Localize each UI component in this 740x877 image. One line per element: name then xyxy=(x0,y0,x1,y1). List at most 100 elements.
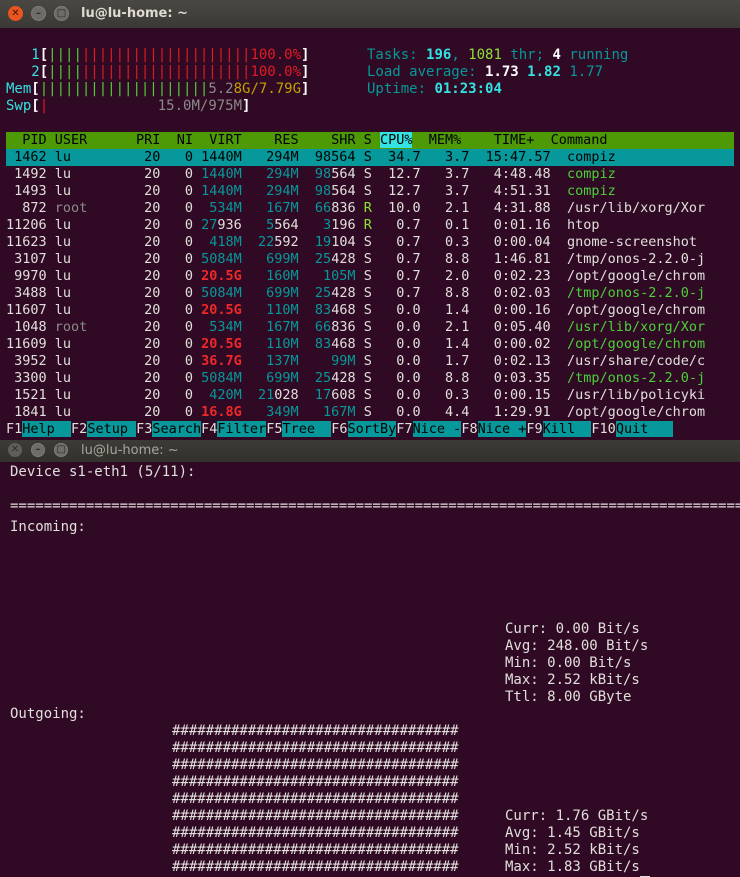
process-row[interactable]: 1462 lu 20 0 1440M 294M 98564 S 34.7 3.7… xyxy=(6,149,734,166)
process-cpu[interactable]: 0.7 xyxy=(372,251,420,267)
process-user[interactable]: lu xyxy=(47,149,120,165)
process-row[interactable]: 3952 lu 20 0 36.7G 137M 99M S 0.0 1.7 0:… xyxy=(6,353,734,370)
process-cpu[interactable]: 0.0 xyxy=(372,387,420,403)
process-time[interactable]: 0:05.40 xyxy=(469,319,551,335)
fkey-label[interactable]: Nice - xyxy=(412,421,462,437)
process-state[interactable]: S xyxy=(356,285,372,301)
process-command[interactable]: htop xyxy=(551,217,600,233)
process-pri[interactable]: 20 xyxy=(120,234,160,250)
nload-terminal-window[interactable]: ✕ – □ lu@lu-home: ~ Device s1-eth1 (5/11… xyxy=(0,440,740,877)
fkey-label[interactable]: Filter xyxy=(217,421,267,437)
close-icon[interactable]: ✕ xyxy=(8,443,22,457)
process-state[interactable]: S xyxy=(356,387,372,403)
fkey-label[interactable]: SortBy xyxy=(347,421,397,437)
process-ni[interactable]: 0 xyxy=(160,404,193,420)
process-user[interactable]: root xyxy=(47,200,120,216)
process-pri[interactable]: 20 xyxy=(120,217,160,233)
process-pri[interactable]: 20 xyxy=(120,268,160,284)
process-time[interactable]: 0:00.02 xyxy=(469,336,551,352)
process-mem[interactable]: 4.4 xyxy=(421,404,469,420)
process-mem[interactable]: 1.7 xyxy=(421,353,469,369)
process-cpu[interactable]: 12.7 xyxy=(372,183,421,199)
process-user[interactable]: lu xyxy=(47,234,120,250)
process-time[interactable]: 15:47.57 xyxy=(469,149,551,165)
process-ni[interactable]: 0 xyxy=(160,319,193,335)
process-row[interactable]: 1521 lu 20 0 420M 21028 17608 S 0.0 0.3 … xyxy=(6,387,734,404)
htop-titlebar[interactable]: ✕ – □ lu@lu-home: ~ xyxy=(0,0,740,28)
process-command[interactable]: /tmp/onos-2.2.0-j xyxy=(551,251,705,267)
process-user[interactable]: lu xyxy=(47,404,120,420)
process-state[interactable]: S xyxy=(356,166,372,182)
nload-screen[interactable]: Device s1-eth1 (5/11): ==================… xyxy=(10,462,740,877)
fkey-f4[interactable]: F4Filter xyxy=(201,421,267,437)
process-state[interactable]: S xyxy=(356,302,372,318)
process-time[interactable]: 0:02.23 xyxy=(469,268,551,284)
process-pid[interactable]: 3952 xyxy=(6,353,47,369)
process-mem[interactable]: 8.8 xyxy=(421,251,469,267)
close-icon[interactable]: ✕ xyxy=(8,6,23,21)
process-pid[interactable]: 1841 xyxy=(6,404,47,420)
process-row[interactable]: 11607 lu 20 0 20.5G 110M 83468 S 0.0 1.4… xyxy=(6,302,734,319)
process-row[interactable]: 1493 lu 20 0 1440M 294M 98564 S 12.7 3.7… xyxy=(6,183,734,200)
process-user[interactable]: lu xyxy=(47,251,120,267)
maximize-icon[interactable]: □ xyxy=(54,443,68,457)
process-command[interactable]: compiz xyxy=(551,166,616,182)
fkey-f8[interactable]: F8Nice + xyxy=(461,421,527,437)
process-time[interactable]: 0:02.13 xyxy=(469,353,551,369)
process-command[interactable]: /tmp/onos-2.2.0-j xyxy=(551,370,705,386)
process-ni[interactable]: 0 xyxy=(160,285,193,301)
process-cpu[interactable]: 0.0 xyxy=(372,353,420,369)
process-mem[interactable]: 3.7 xyxy=(421,183,469,199)
process-user[interactable]: lu xyxy=(47,370,120,386)
fkey-label[interactable]: Kill xyxy=(542,421,592,437)
process-pri[interactable]: 20 xyxy=(120,370,160,386)
process-ni[interactable]: 0 xyxy=(160,234,193,250)
process-cpu[interactable]: 0.7 xyxy=(372,217,420,233)
process-pri[interactable]: 20 xyxy=(120,166,160,182)
process-pri[interactable]: 20 xyxy=(120,353,160,369)
process-pid[interactable]: 1521 xyxy=(6,387,47,403)
fkey-f10[interactable]: F10Quit xyxy=(591,421,673,437)
column-header-shr[interactable]: SHR xyxy=(299,132,355,148)
process-ni[interactable]: 0 xyxy=(160,251,193,267)
process-mem[interactable]: 3.7 xyxy=(421,166,469,182)
process-mem[interactable]: 3.7 xyxy=(421,149,469,165)
process-pid[interactable]: 11607 xyxy=(6,302,47,318)
process-time[interactable]: 4:31.88 xyxy=(469,200,551,216)
process-state[interactable]: S xyxy=(356,149,372,165)
process-pri[interactable]: 20 xyxy=(120,404,160,420)
nload-titlebar[interactable]: ✕ – □ lu@lu-home: ~ xyxy=(0,440,740,462)
process-mem[interactable]: 0.3 xyxy=(421,387,469,403)
process-command[interactable]: /usr/lib/policyki xyxy=(551,387,705,403)
process-cpu[interactable]: 34.7 xyxy=(372,149,421,165)
process-pri[interactable]: 20 xyxy=(120,387,160,403)
process-command[interactable]: /opt/google/chrom xyxy=(551,336,705,352)
process-pid[interactable]: 1493 xyxy=(6,183,47,199)
minimize-icon[interactable]: – xyxy=(31,6,46,21)
process-state[interactable]: S xyxy=(356,268,372,284)
process-user[interactable]: lu xyxy=(47,268,120,284)
fkey-f3[interactable]: F3Search xyxy=(136,421,202,437)
process-row[interactable]: 11623 lu 20 0 418M 22592 19104 S 0.7 0.3… xyxy=(6,234,734,251)
process-pid[interactable]: 9970 xyxy=(6,268,47,284)
process-state[interactable]: R xyxy=(356,217,372,233)
fkey-label[interactable]: Setup xyxy=(87,421,137,437)
fkey-f5[interactable]: F5Tree xyxy=(266,421,332,437)
process-pid[interactable]: 1048 xyxy=(6,319,47,335)
process-row[interactable]: 9970 lu 20 0 20.5G 160M 105M S 0.7 2.0 0… xyxy=(6,268,734,285)
process-ni[interactable]: 0 xyxy=(160,166,193,182)
column-header-cpu[interactable]: CPU% xyxy=(379,132,413,148)
fkey-f6[interactable]: F6SortBy xyxy=(331,421,397,437)
process-time[interactable]: 0:03.35 xyxy=(469,370,551,386)
process-state[interactable]: R xyxy=(356,200,372,216)
process-row[interactable]: 11206 lu 20 0 27936 5564 3196 R 0.7 0.1 … xyxy=(6,217,734,234)
column-header-time[interactable]: TIME+ xyxy=(461,132,535,148)
process-user[interactable]: lu xyxy=(47,166,120,182)
process-state[interactable]: S xyxy=(356,251,372,267)
column-header-pri[interactable]: PRI xyxy=(120,132,160,148)
process-cpu[interactable]: 10.0 xyxy=(372,200,421,216)
fkey-label[interactable]: Nice + xyxy=(477,421,527,437)
process-ni[interactable]: 0 xyxy=(160,183,193,199)
process-pid[interactable]: 3488 xyxy=(6,285,47,301)
process-time[interactable]: 4:48.48 xyxy=(469,166,551,182)
